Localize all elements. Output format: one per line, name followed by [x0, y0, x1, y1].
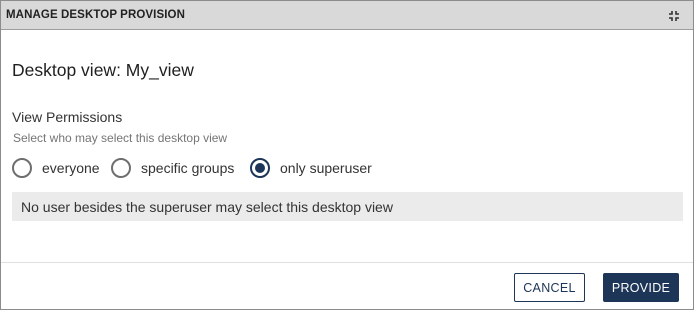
- cancel-button[interactable]: CANCEL: [514, 273, 585, 302]
- dialog-titlebar: MANAGE DESKTOP PROVISION: [1, 1, 693, 30]
- radio-only-superuser[interactable]: only superuser: [250, 157, 372, 179]
- view-permissions-label: View Permissions: [12, 109, 123, 125]
- permission-info-box: No user besides the superuser may select…: [12, 192, 683, 221]
- manage-desktop-provision-dialog: MANAGE DESKTOP PROVISION Desktop view: M…: [0, 0, 694, 310]
- desktop-view-heading: Desktop view: My_view: [12, 60, 194, 80]
- radio-circle: [111, 158, 131, 178]
- radio-everyone[interactable]: everyone: [12, 157, 100, 179]
- view-permissions-hint: Select who may select this desktop view: [13, 131, 228, 145]
- collapse-button[interactable]: [664, 6, 684, 26]
- radio-label: specific groups: [141, 160, 235, 176]
- radio-label: everyone: [42, 160, 100, 176]
- dialog-title: MANAGE DESKTOP PROVISION: [6, 9, 185, 21]
- radio-circle: [12, 158, 32, 178]
- footer-divider: [1, 262, 693, 263]
- permission-radio-group: everyone specific groups only superuser: [1, 157, 693, 179]
- permission-info-text: No user besides the superuser may select…: [21, 198, 393, 215]
- collapse-arrows-icon: [669, 11, 679, 21]
- radio-specific-groups[interactable]: specific groups: [111, 157, 234, 179]
- provide-button[interactable]: PROVIDE: [603, 273, 679, 302]
- radio-label: only superuser: [280, 160, 372, 176]
- radio-circle-selected: [250, 158, 270, 178]
